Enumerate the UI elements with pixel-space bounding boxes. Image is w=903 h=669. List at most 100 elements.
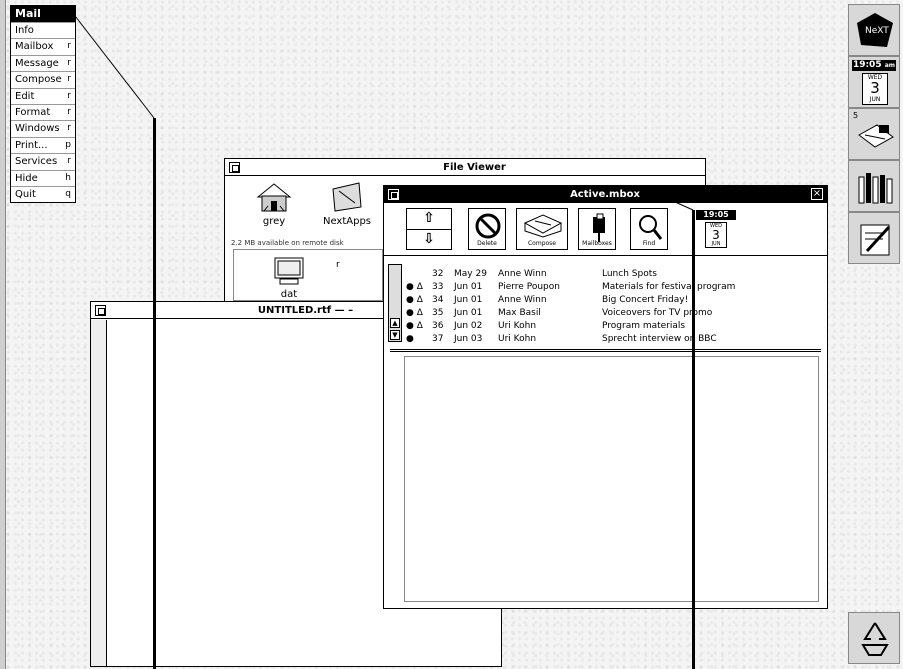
dock-recycler[interactable] [848,612,900,664]
message-subject: Sprecht interview on BBC [602,334,717,344]
svg-text:NeXT: NeXT [865,26,889,36]
menu-item-edit[interactable]: Edit r [11,87,75,104]
file-label: dat [280,289,298,300]
dock-mail-app[interactable]: 5 [848,108,900,160]
message-flag: ● Δ [406,282,423,292]
message-subject: Big Concert Friday! [602,295,689,305]
message-subject: Lunch Spots [602,269,657,279]
pen-paper-icon [860,224,891,256]
miniaturize-button[interactable] [95,304,106,316]
chevron-right-icon: r [336,260,340,270]
menu-item-windows[interactable]: Windows r [11,120,75,136]
magnifier-icon [639,215,663,240]
message-number: 32 [432,269,444,279]
button-label: Delete [477,240,497,247]
message-flag: ● Δ [406,321,423,331]
compose-button[interactable]: Compose [516,208,568,250]
menu-item-print[interactable]: Print... p [11,136,75,153]
dock-clock-month: JUN [869,96,881,103]
screen-edge [0,0,6,669]
delete-button[interactable]: Delete [468,208,506,250]
find-button[interactable]: Find [630,208,668,250]
message-date: Jun 03 [454,334,483,344]
toolbar-clock-time: 19:05 [696,210,736,220]
dock-preferences-clock[interactable]: 19:05 am WED 3 JUN [848,56,900,108]
miniaturize-button[interactable] [229,161,240,173]
message-number: 36 [432,321,444,331]
message-sender: Uri Kohn [498,334,537,344]
message-date: Jun 02 [454,321,483,331]
menu-item-quit[interactable]: Quit q [11,185,75,202]
message-flag: ● Δ [406,308,423,318]
house-icon [256,183,292,212]
envelope-icon [523,214,563,238]
file-viewer-icon-label: grey [262,216,286,227]
message-date: Jun 01 [454,295,483,305]
folder-icon-grey[interactable]: grey [249,181,299,227]
message-date: Jun 01 [454,282,483,292]
file-icon-dat[interactable]: dat [264,256,314,300]
callout-line [692,210,695,669]
message-list: ▲ ▼ 32 May 29 Anne Winn Lunch Spots ● Δ … [388,264,823,344]
file-viewer-titlebar[interactable]: File Viewer [225,159,705,176]
file-viewer-icon-label: NextApps [322,216,372,227]
message-flag: ● Δ [406,295,423,305]
window-title: File Viewer [443,161,506,173]
mailboxes-button[interactable]: Mailboxes [578,208,616,250]
message-date: Jun 01 [454,308,483,318]
menu-item-info[interactable]: Info [11,22,75,38]
dock-next-logo[interactable]: NeXT [848,4,900,56]
mailbox-titlebar[interactable]: Active.mbox × [384,186,827,203]
callout-line [153,118,156,669]
message-body-area[interactable] [404,356,819,602]
button-label: Find [642,240,656,247]
message-list-scroller[interactable]: ▲ ▼ [388,264,402,342]
menu-item-message[interactable]: Message r [11,54,75,71]
message-number: 33 [432,282,444,292]
miniaturize-button[interactable] [388,188,399,200]
message-sender: Max Basil [498,308,541,318]
message-date: May 29 [454,269,487,279]
next-cube-icon: NeXT [857,13,893,47]
resize-divider[interactable] [390,349,821,352]
toolbar-clock-month: JUN [711,241,721,247]
scroll-down-button[interactable]: ▼ [390,330,400,340]
message-number: 35 [432,308,444,318]
message-sender: Uri Kohn [498,321,537,331]
menu-item-compose[interactable]: Compose r [11,71,75,87]
message-subject: Materials for festival program [602,282,736,292]
mailbox-window: Active.mbox × ⇧ ⇩ Delete Compose Mailbox… [383,185,828,609]
menu-item-format[interactable]: Format r [11,103,75,120]
message-sender: Anne Winn [498,295,547,305]
button-label: Mailboxes [582,240,612,247]
message-subject: Program materials [602,321,686,331]
message-number: 37 [432,334,444,344]
dock-clock-am: am [884,62,896,69]
no-symbol-icon [475,213,501,239]
main-menu: Mail Info Mailbox r Message r Compose r Edi… [10,5,76,204]
mailbox-icon [593,213,605,242]
message-sender: Anne Winn [498,269,547,279]
close-button[interactable]: × [811,188,823,200]
menu-item-hide[interactable]: Hide h [11,169,75,186]
window-title: Active.mbox [570,188,640,200]
browser-panel[interactable]: dat r [233,249,383,301]
button-label: Compose [527,240,556,247]
toolbar-clock-date: 3 [712,228,720,242]
menu-item-services[interactable]: Services r [11,153,75,169]
previous-message-button[interactable]: ⇧ [407,209,451,229]
message-sender: Pierre Poupon [498,282,560,292]
menu-title[interactable]: Mail [11,6,75,22]
scroll-up-button[interactable]: ▲ [390,318,400,328]
message-nav-arrows: ⇧ ⇩ [406,208,452,250]
nextapps-folder-icon [332,182,362,212]
computer-icon [274,257,304,285]
toolbar-clock-icon: 19:05 WED 3 JUN [696,210,736,250]
recycle-icon [861,622,889,656]
folder-icon-nextapps[interactable]: NextApps [317,181,377,227]
next-message-button[interactable]: ⇩ [407,229,451,249]
menu-item-mailbox[interactable]: Mailbox r [11,38,75,54]
message-flag: ● [406,334,414,344]
dock-edit-app[interactable] [848,212,900,264]
dock-library-app[interactable] [848,160,900,212]
